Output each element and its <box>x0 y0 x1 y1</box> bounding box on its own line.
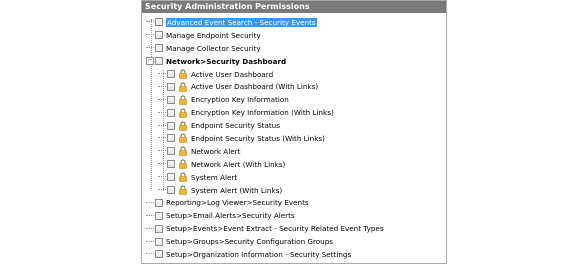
tree-item-label: Encryption Key Information <box>191 95 289 105</box>
tree-connector <box>146 21 154 23</box>
tree-item-label: Network Alert (With Links) <box>191 159 286 169</box>
permission-checkbox[interactable] <box>167 121 175 130</box>
tree-connector <box>158 98 166 101</box>
permission-checkbox[interactable] <box>155 44 163 53</box>
permission-checkbox[interactable] <box>155 57 163 66</box>
tree-connector <box>158 73 166 75</box>
tree-item-label: Advanced Event Search - Security Events <box>166 17 317 27</box>
permission-checkbox[interactable] <box>155 237 163 246</box>
tree-item-label: Setup>Organization Information - Securit… <box>166 249 352 259</box>
tree-item-encryption-key-information-links[interactable]: Encryption Key Information (With Links) <box>142 106 446 119</box>
tree-item-label: Manage Collector Security <box>166 43 261 53</box>
panel-title: Security Administration Permissions <box>142 1 446 13</box>
tree-item-label: Network>Security Dashboard <box>166 56 287 66</box>
permission-checkbox[interactable] <box>155 224 163 233</box>
tree-item-label: Active User Dashboard (With Links) <box>191 82 319 92</box>
permission-checkbox[interactable] <box>167 147 175 156</box>
tree-connector <box>158 163 166 165</box>
permission-checkbox[interactable] <box>167 134 175 143</box>
tree-item-reporting-log-viewer[interactable]: Reporting>Log Viewer>Security Events <box>142 196 446 209</box>
tree-item-setup-groups[interactable]: Setup>Groups>Security Configuration Grou… <box>142 235 446 248</box>
lock-icon <box>179 146 187 157</box>
lock-icon <box>179 82 187 92</box>
tree-connector <box>146 47 154 49</box>
tree-item-label: Manage Endpoint Security <box>166 30 261 40</box>
tree-item-active-user-dashboard[interactable]: Active User Dashboard <box>142 68 446 81</box>
tree-item-label: Reporting>Log Viewer>Security Events <box>166 198 309 208</box>
tree-item-endpoint-security-status[interactable]: Endpoint Security Status <box>142 119 446 132</box>
tree-connector <box>158 111 166 114</box>
tree-item-setup-organization-information[interactable]: Setup>Organization Information - Securit… <box>142 248 446 261</box>
permission-checkbox[interactable] <box>167 186 175 195</box>
tree-item-label: Encryption Key Information (With Links) <box>191 108 334 118</box>
lock-icon <box>179 95 187 105</box>
tree-item-active-user-dashboard-links[interactable]: Active User Dashboard (With Links) <box>142 80 446 93</box>
permission-checkbox[interactable] <box>167 70 175 78</box>
lock-icon <box>179 133 187 144</box>
tree-connector <box>158 176 166 178</box>
tree-item-label: Setup>Email Alerts>Security Alerts <box>166 211 295 221</box>
tree-connector <box>146 227 154 230</box>
tree-item-manage-collector-security[interactable]: Manage Collector Security <box>142 42 446 55</box>
permission-checkbox[interactable] <box>155 31 163 40</box>
permission-checkbox[interactable] <box>155 211 163 220</box>
tree-connector <box>158 85 166 88</box>
tree-item-network-security-dashboard[interactable]: − Network>Security Dashboard <box>142 55 446 68</box>
tree-connector <box>158 189 166 191</box>
permission-checkbox[interactable] <box>155 18 163 27</box>
tree-item-system-alert[interactable]: System Alert <box>142 171 446 184</box>
tree-item-label: System Alert (With Links) <box>191 185 283 195</box>
permission-checkbox[interactable] <box>167 108 175 117</box>
tree-connector <box>158 124 166 127</box>
lock-icon <box>179 159 187 170</box>
tree-item-label: Setup>Groups>Security Configuration Grou… <box>166 237 334 247</box>
tree-connector <box>146 34 154 36</box>
tree-item-endpoint-security-status-links[interactable]: Endpoint Security Status (With Links) <box>142 132 446 145</box>
tree-item-setup-event-extract[interactable]: Setup>Events>Event Extract - Security Re… <box>142 222 446 235</box>
security-permissions-panel: Security Administration Permissions Adva… <box>141 0 447 264</box>
tree-item-encryption-key-information[interactable]: Encryption Key Information <box>142 93 446 106</box>
tree-item-label: Network Alert <box>191 146 241 156</box>
tree-connector <box>146 201 154 204</box>
permissions-tree: Advanced Event Search - Security Events … <box>142 13 446 261</box>
lock-icon <box>179 172 187 182</box>
tree-connector <box>146 253 154 255</box>
permission-checkbox[interactable] <box>167 173 175 182</box>
tree-item-label: Active User Dashboard <box>191 69 274 79</box>
collapse-toggle-icon[interactable]: − <box>146 57 154 66</box>
lock-icon <box>179 69 187 79</box>
tree-connector <box>146 240 154 243</box>
tree-item-label: System Alert <box>191 172 238 182</box>
tree-connector <box>158 150 166 152</box>
tree-item-manage-endpoint-security[interactable]: Manage Endpoint Security <box>142 29 446 42</box>
tree-item-setup-email-alerts[interactable]: Setup>Email Alerts>Security Alerts <box>142 209 446 222</box>
tree-item-advanced-event-search[interactable]: Advanced Event Search - Security Events <box>142 16 446 29</box>
permission-checkbox[interactable] <box>155 250 163 259</box>
tree-connector <box>146 214 154 217</box>
tree-item-label: Endpoint Security Status (With Links) <box>191 133 325 143</box>
lock-icon <box>179 121 187 131</box>
tree-item-system-alert-links[interactable]: System Alert (With Links) <box>142 184 446 197</box>
tree-item-label: Setup>Events>Event Extract - Security Re… <box>166 224 384 234</box>
permission-checkbox[interactable] <box>167 95 175 104</box>
permission-checkbox[interactable] <box>167 82 175 91</box>
permission-checkbox[interactable] <box>167 160 175 169</box>
tree-item-label: Endpoint Security Status <box>191 121 280 131</box>
tree-connector <box>158 137 166 139</box>
lock-icon <box>179 185 187 195</box>
tree-item-network-alert-links[interactable]: Network Alert (With Links) <box>142 158 446 171</box>
lock-icon <box>179 108 187 118</box>
permission-checkbox[interactable] <box>155 198 163 207</box>
tree-item-network-alert[interactable]: Network Alert <box>142 145 446 158</box>
